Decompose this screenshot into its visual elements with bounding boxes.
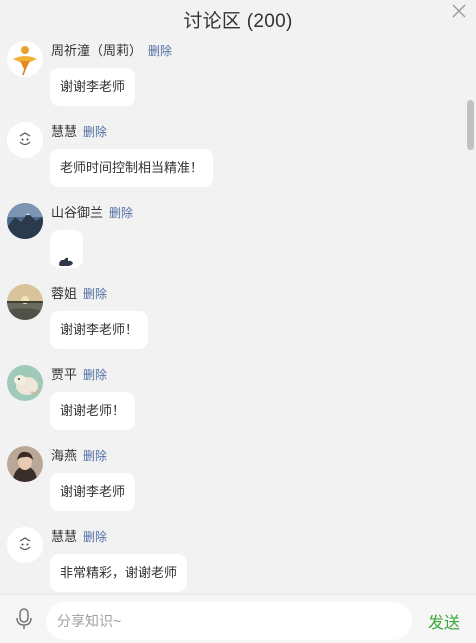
microphone-icon[interactable] bbox=[14, 607, 34, 631]
message-header: 海燕 删除 bbox=[51, 445, 107, 465]
author-name: 山谷御兰 bbox=[51, 205, 104, 220]
list-item: 蓉姐 删除 谢谢李老师！ bbox=[0, 281, 460, 362]
comment-input[interactable] bbox=[46, 602, 412, 640]
animal-avatar[interactable] bbox=[7, 365, 43, 401]
message-bubble: 谢谢李老师 bbox=[50, 473, 136, 511]
message-header: 周祈潼（周莉） 删除 bbox=[51, 40, 172, 60]
message-bubble: 谢谢老师！ bbox=[50, 392, 136, 430]
flexed-biceps-emoji bbox=[58, 244, 74, 266]
sunset-lake-avatar[interactable] bbox=[7, 284, 43, 320]
message-header: 山谷御兰 删除 bbox=[51, 202, 133, 222]
list-item: 慧慧 删除 老师时间控制相当精准！ bbox=[0, 119, 460, 200]
author-name: 慧慧 bbox=[51, 529, 78, 544]
message-header: 慧慧 删除 bbox=[51, 526, 107, 546]
doodle-avatar[interactable] bbox=[7, 527, 43, 563]
message-header: 蓉姐 删除 bbox=[51, 283, 107, 303]
delete-link[interactable]: 删除 bbox=[83, 530, 107, 544]
header: 讨论区 (200) bbox=[0, 0, 476, 34]
list-item: 周祈潼（周莉） 删除 谢谢李老师 bbox=[0, 38, 460, 119]
delete-link[interactable]: 删除 bbox=[109, 206, 133, 220]
portrait-avatar[interactable] bbox=[7, 446, 43, 482]
delete-link[interactable]: 删除 bbox=[83, 125, 107, 139]
message-header: 贾平 删除 bbox=[51, 364, 107, 384]
message-bubble: 老师时间控制相当精准！ bbox=[50, 149, 214, 187]
author-name: 慧慧 bbox=[51, 124, 78, 139]
delete-link[interactable]: 删除 bbox=[148, 44, 172, 58]
list-item: 慧慧 删除 非常精彩，谢谢老师 bbox=[0, 524, 460, 594]
send-button[interactable]: 发送 bbox=[428, 609, 460, 633]
message-list[interactable]: 周祈潼（周莉） 删除 谢谢李老师 慧慧 删除 老师时间控制相当精准！ 山谷御兰 … bbox=[0, 38, 476, 594]
close-icon[interactable] bbox=[451, 3, 467, 19]
composer-bar: 发送 bbox=[0, 594, 476, 643]
author-name: 贾平 bbox=[51, 367, 78, 382]
author-name: 蓉姐 bbox=[51, 286, 78, 301]
author-name: 海燕 bbox=[51, 448, 78, 463]
mountain-avatar[interactable] bbox=[7, 203, 43, 239]
list-item: 贾平 删除 谢谢老师！ bbox=[0, 362, 460, 443]
delete-link[interactable]: 删除 bbox=[83, 449, 107, 463]
message-header: 慧慧 删除 bbox=[51, 121, 107, 141]
page-title: 讨论区 (200) bbox=[183, 11, 293, 32]
scrollbar-thumb[interactable] bbox=[467, 100, 474, 150]
scrollbar[interactable] bbox=[466, 90, 476, 594]
message-bubble: 谢谢李老师 bbox=[50, 68, 136, 106]
delete-link[interactable]: 删除 bbox=[83, 368, 107, 382]
list-item: 海燕 删除 谢谢李老师 bbox=[0, 443, 460, 524]
list-item: 山谷御兰 删除 bbox=[0, 200, 460, 281]
message-bubble bbox=[50, 230, 83, 268]
author-name: 周祈潼（周莉） bbox=[51, 43, 143, 58]
delete-link[interactable]: 删除 bbox=[83, 287, 107, 301]
doodle-avatar[interactable] bbox=[7, 122, 43, 158]
dancer-avatar[interactable] bbox=[7, 41, 43, 77]
message-bubble: 非常精彩，谢谢老师 bbox=[50, 554, 188, 592]
message-bubble: 谢谢李老师！ bbox=[50, 311, 149, 349]
